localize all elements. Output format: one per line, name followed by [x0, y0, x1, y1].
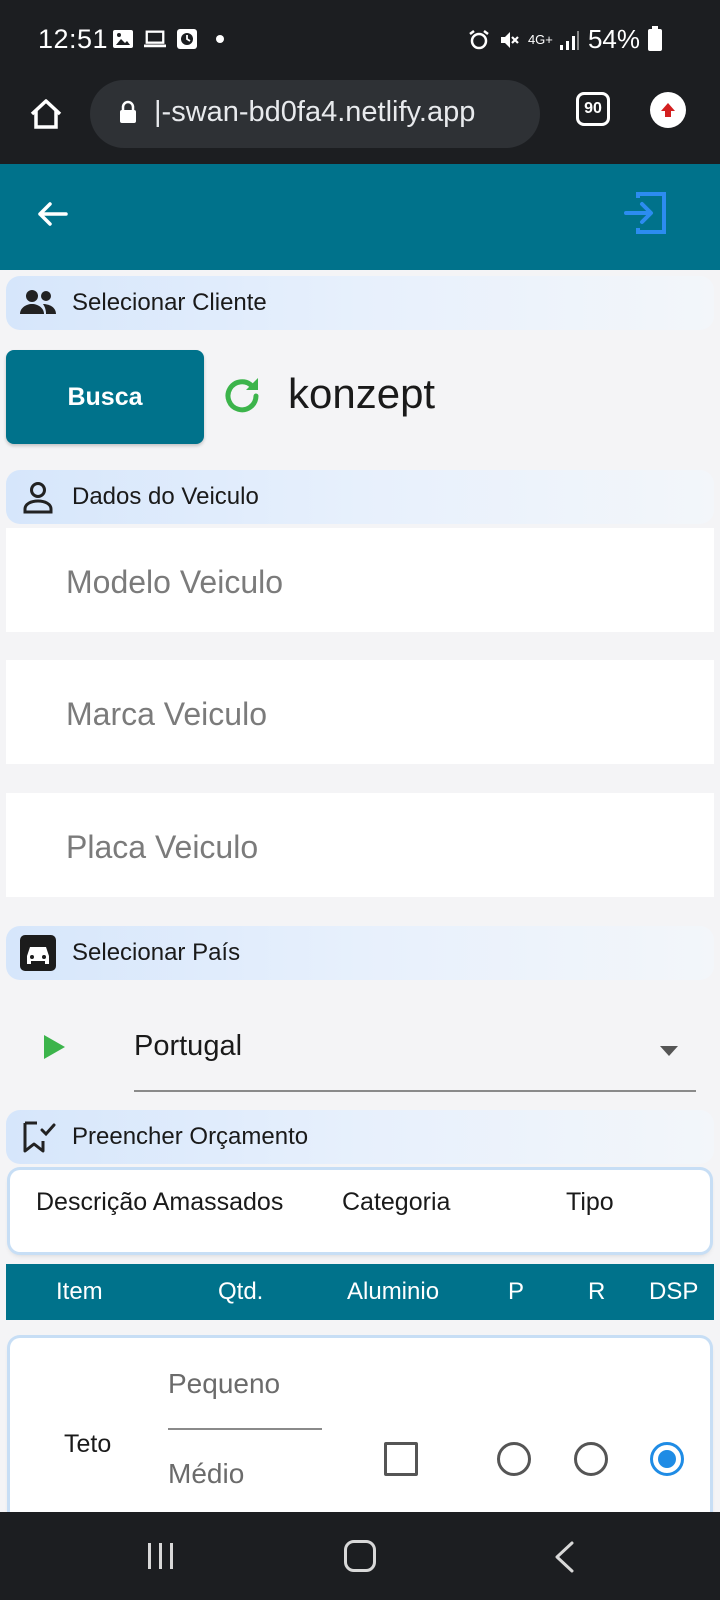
aluminio-checkbox[interactable]	[384, 1442, 418, 1476]
selected-client-name: konzept	[288, 370, 436, 417]
section-title: Preencher Orçamento	[72, 1123, 309, 1150]
modelo-veiculo-placeholder: Modelo Veiculo	[66, 564, 284, 600]
refresh-icon[interactable]	[220, 374, 264, 418]
section-selecionar-pais: Selecionar País	[6, 926, 714, 980]
th-qtd: Qtd.	[218, 1278, 264, 1305]
url-text: |-swan-bd0fa4.netlify.app	[154, 96, 476, 128]
people-icon	[18, 283, 58, 323]
system-nav-bar	[0, 1512, 720, 1600]
browser-toolbar: |-swan-bd0fa4.netlify.app 90	[0, 80, 720, 164]
person-outline-icon	[18, 477, 58, 517]
th-item: Item	[56, 1278, 103, 1305]
extension-button[interactable]	[650, 92, 686, 128]
battery-icon	[648, 25, 662, 51]
network-type: 4G+	[527, 31, 553, 47]
col-descricao-amassados: Descrição Amassados	[36, 1188, 284, 1216]
marca-veiculo-placeholder: Marca Veiculo	[66, 696, 267, 732]
section-dados-veiculo: Dados do Veiculo	[6, 470, 714, 524]
placa-veiculo-placeholder: Placa Veiculo	[66, 829, 259, 865]
tab-switcher-button[interactable]: 90	[576, 92, 610, 126]
clock-app-icon	[177, 29, 197, 49]
checklist-icon	[18, 1117, 58, 1157]
back-icon[interactable]	[552, 1540, 576, 1574]
table-header: Item Qtd. Aluminio P R DSP	[6, 1264, 714, 1320]
image-icon	[113, 30, 133, 48]
car-icon	[18, 933, 58, 973]
th-dsp: DSP	[649, 1278, 699, 1305]
modelo-veiculo-field[interactable]: Modelo Veiculo	[6, 528, 714, 632]
battery-percent: 54%	[587, 24, 640, 54]
marca-veiculo-field[interactable]: Marca Veiculo	[6, 660, 714, 764]
notification-icons	[112, 28, 224, 50]
busca-button[interactable]: Busca	[6, 350, 204, 444]
arrow-left-icon[interactable]	[34, 196, 70, 232]
home-icon[interactable]	[26, 94, 66, 134]
status-right: 4G+ 54%	[468, 24, 662, 55]
col-tipo: Tipo	[566, 1188, 614, 1216]
radio-r[interactable]	[574, 1442, 608, 1476]
status-time: 12:51	[38, 24, 109, 54]
radio-dsp[interactable]	[650, 1442, 684, 1476]
section-title: Dados do Veiculo	[72, 483, 259, 510]
radio-p[interactable]	[497, 1442, 531, 1476]
alarm-icon	[469, 29, 489, 49]
upload-arrow-icon	[661, 103, 675, 117]
app-bar	[0, 164, 720, 270]
country-selected-value: Portugal	[134, 1030, 243, 1062]
section-title: Selecionar Cliente	[72, 289, 267, 316]
exit-to-app-icon[interactable]	[622, 190, 668, 236]
home-button-icon[interactable]	[344, 1540, 376, 1572]
th-p: P	[508, 1278, 525, 1305]
col-categoria: Categoria	[342, 1188, 451, 1216]
section-preencher-orcamento: Preencher Orçamento	[6, 1110, 714, 1164]
table-row: Teto Pequeno Médio	[10, 1338, 710, 1518]
recent-apps-icon[interactable]	[146, 1542, 176, 1570]
signal-icon	[559, 30, 579, 50]
chevron-down-icon	[660, 1046, 678, 1056]
th-aluminio: Aluminio	[347, 1278, 440, 1305]
laptop-icon	[144, 30, 166, 48]
size-option-pequeno[interactable]: Pequeno	[168, 1368, 280, 1400]
row-item-label: Teto	[64, 1430, 112, 1458]
lock-icon	[120, 100, 136, 123]
size-option-medio[interactable]: Médio	[168, 1458, 244, 1490]
address-bar[interactable]: |-swan-bd0fa4.netlify.app	[90, 80, 540, 148]
placa-veiculo-field[interactable]: Placa Veiculo	[6, 793, 714, 897]
th-r: R	[588, 1278, 606, 1305]
orcamento-columns-card: Descrição Amassados Categoria Tipo	[10, 1170, 710, 1252]
play-icon	[44, 1035, 65, 1059]
country-dropdown[interactable]: Portugal	[134, 1010, 696, 1092]
mute-icon	[500, 31, 519, 48]
section-selecionar-cliente: Selecionar Cliente	[6, 276, 714, 330]
option-divider	[168, 1428, 322, 1430]
status-bar: 12:51 4G+ 54%	[0, 0, 720, 80]
more-notifications-dot	[216, 35, 224, 43]
section-title: Selecionar País	[72, 939, 241, 966]
